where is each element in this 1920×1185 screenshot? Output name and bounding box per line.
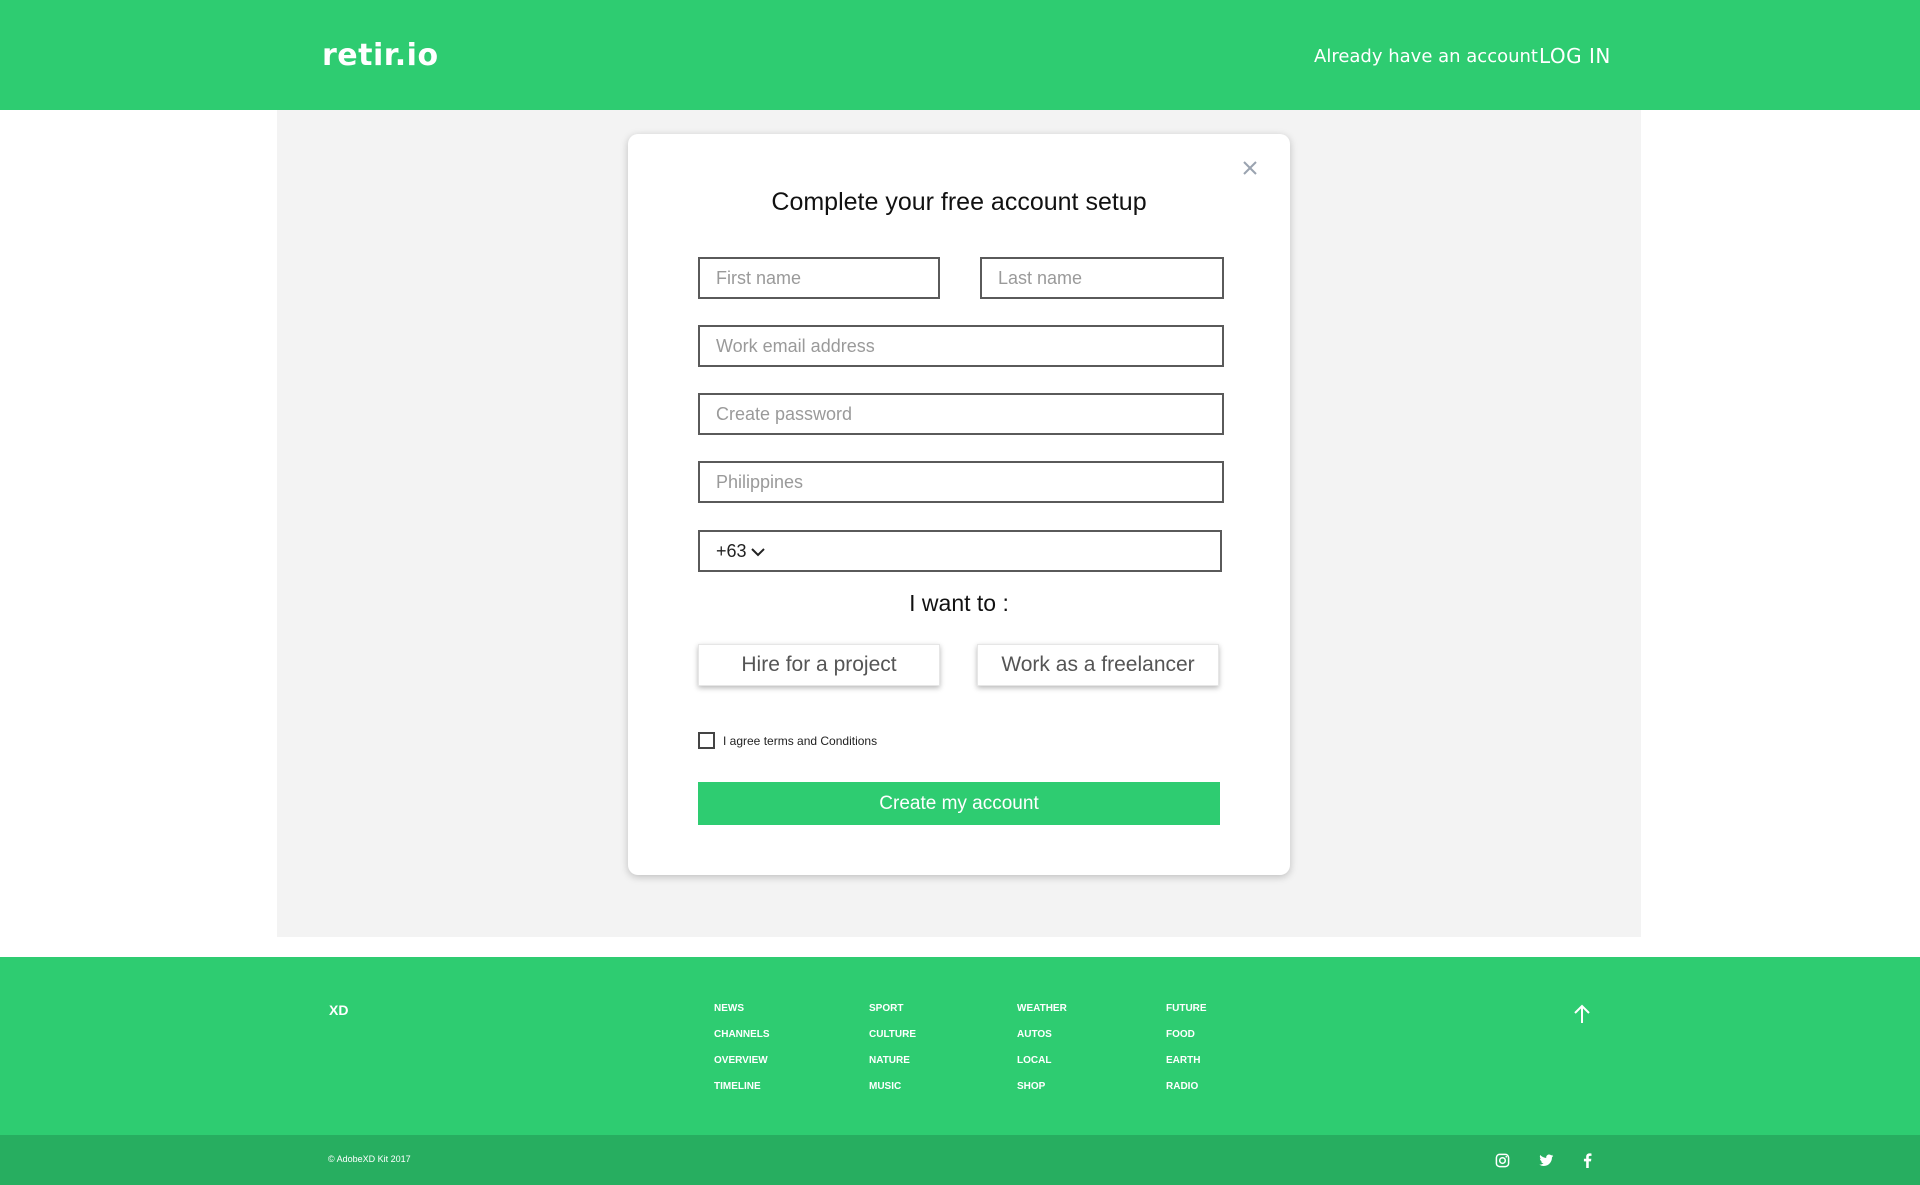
- phone-number-input[interactable]: [790, 534, 1214, 570]
- footer-column-1: NEWS CHANNELS OVERVIEW TIMELINE: [714, 1003, 770, 1107]
- footer-link[interactable]: RADIO: [1166, 1081, 1207, 1107]
- twitter-link[interactable]: [1537, 1151, 1555, 1169]
- footer-link[interactable]: CHANNELS: [714, 1029, 770, 1055]
- facebook-icon: [1583, 1152, 1591, 1168]
- footer-link[interactable]: SHOP: [1017, 1081, 1067, 1107]
- close-button[interactable]: [1232, 150, 1268, 186]
- phone-field: +63: [698, 530, 1222, 572]
- bottom-bar: © AdobeXD Kit 2017: [0, 1135, 1920, 1185]
- logo[interactable]: retir.io: [322, 38, 439, 73]
- footer-link[interactable]: NEWS: [714, 1003, 770, 1029]
- instagram-link[interactable]: [1493, 1151, 1511, 1169]
- terms-label: I agree terms and Conditions: [723, 733, 878, 748]
- footer-column-3: WEATHER AUTOS LOCAL SHOP: [1017, 1003, 1067, 1107]
- last-name-field[interactable]: [980, 257, 1224, 299]
- email-field[interactable]: [698, 325, 1224, 367]
- password-field[interactable]: [698, 393, 1224, 435]
- footer-link[interactable]: EARTH: [1166, 1055, 1207, 1081]
- hire-for-project-button[interactable]: Hire for a project: [698, 644, 940, 686]
- country-field[interactable]: [698, 461, 1224, 503]
- footer-link[interactable]: MUSIC: [869, 1081, 916, 1107]
- create-account-button[interactable]: Create my account: [698, 782, 1220, 825]
- terms-checkbox[interactable]: [698, 732, 715, 749]
- footer-link[interactable]: FOOD: [1166, 1029, 1207, 1055]
- footer-link[interactable]: LOCAL: [1017, 1055, 1067, 1081]
- instagram-icon: [1495, 1153, 1509, 1167]
- footer-link[interactable]: AUTOS: [1017, 1029, 1067, 1055]
- footer-link[interactable]: NATURE: [869, 1055, 916, 1081]
- footer-column-4: FUTURE FOOD EARTH RADIO: [1166, 1003, 1207, 1107]
- footer-brand: XD: [329, 1002, 349, 1018]
- country-code-select[interactable]: +63: [716, 541, 765, 562]
- footer-link[interactable]: OVERVIEW: [714, 1055, 770, 1081]
- twitter-icon: [1538, 1153, 1553, 1166]
- work-as-freelancer-button[interactable]: Work as a freelancer: [977, 644, 1219, 686]
- footer-link[interactable]: SPORT: [869, 1003, 916, 1029]
- login-link[interactable]: LOG IN: [1539, 44, 1611, 68]
- first-name-field[interactable]: [698, 257, 940, 299]
- footer-column-2: SPORT CULTURE NATURE MUSIC: [869, 1003, 916, 1107]
- signup-modal: Complete your free account setup +63 I w…: [628, 134, 1290, 875]
- footer: XD NEWS CHANNELS OVERVIEW TIMELINE SPORT…: [0, 957, 1920, 1135]
- modal-title: Complete your free account setup: [771, 188, 1147, 216]
- terms-row: I agree terms and Conditions: [698, 732, 877, 749]
- already-have-account-link[interactable]: Already have an account: [1314, 46, 1538, 67]
- chevron-down-icon: [750, 547, 765, 556]
- i-want-to-label: I want to :: [909, 590, 1009, 616]
- copyright-text: © AdobeXD Kit 2017: [328, 1154, 411, 1164]
- footer-link[interactable]: TIMELINE: [714, 1081, 770, 1107]
- back-to-top-button[interactable]: [1572, 1002, 1592, 1026]
- arrow-up-icon: [1574, 1004, 1590, 1023]
- top-header: retir.io Already have an account LOG IN: [0, 0, 1920, 110]
- facebook-link[interactable]: [1578, 1151, 1596, 1169]
- footer-link[interactable]: FUTURE: [1166, 1003, 1207, 1029]
- footer-link[interactable]: CULTURE: [869, 1029, 916, 1055]
- close-icon: [1243, 161, 1257, 175]
- country-code-value: +63: [716, 541, 747, 561]
- footer-link[interactable]: WEATHER: [1017, 1003, 1067, 1029]
